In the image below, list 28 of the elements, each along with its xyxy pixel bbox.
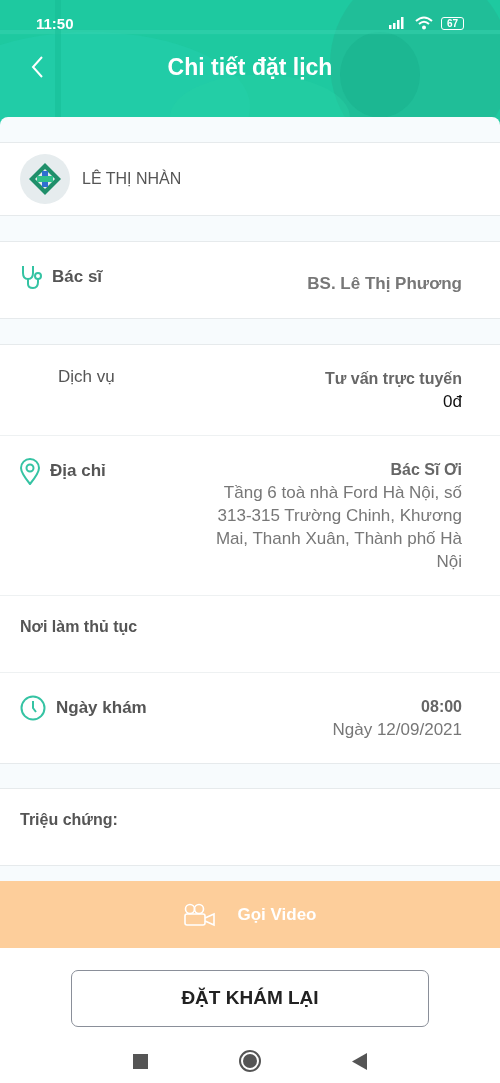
field-value: BS. Lê Thị Phương [307,273,462,296]
back-nav-icon[interactable] [352,1052,367,1070]
field-value: 0đ [443,390,462,413]
screen-title: Chi tiết đặt lịch [167,53,333,81]
recents-icon[interactable] [133,1053,148,1069]
field-label: Ngày khám [56,697,147,718]
clinic-name: LÊ THỊ NHÀN [82,170,182,189]
home-icon[interactable] [238,1049,262,1074]
video-camera-icon [183,902,218,927]
field-value: 08:00 [421,696,462,717]
field-value: Bác Sĩ Ơi [390,459,462,480]
field-value: Tầng 6 toà nhà Ford Hà Nội, số 313-315 Trường Chinh, Khương Mai, Thanh Xuân, Thành phố Hà Nội [214,481,462,573]
stethoscope-icon [20,264,42,291]
field-value: Tư vấn trực tuyến [325,368,462,389]
field-label: Địa chỉ [50,461,106,482]
field-label: Nơi làm thủ tục [20,617,138,636]
field-value: Ngày 12/09/2021 [332,718,462,741]
clock-icon [20,694,46,721]
field-label: Triệu chứng: [20,811,118,830]
rebook-button[interactable]: ĐẶT KHÁM LẠI [71,969,429,1027]
field-label: Bác sĩ [52,267,103,288]
location-pin-icon [20,457,40,485]
signal-icon [388,17,407,29]
status-time: 11:50 [36,14,74,32]
field-label: Dịch vụ [57,366,115,387]
battery-level: 67 [440,16,464,30]
wifi-icon [414,16,433,30]
clinic-logo-icon [20,154,70,205]
